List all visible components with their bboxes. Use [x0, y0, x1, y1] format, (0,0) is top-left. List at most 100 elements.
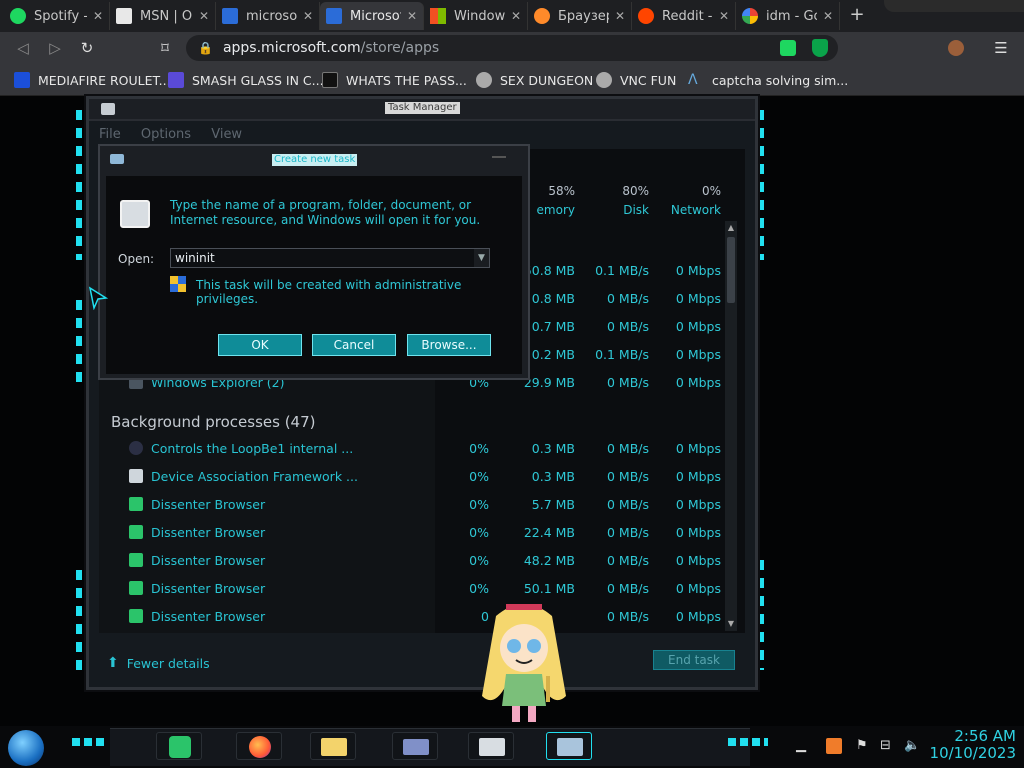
new-tab-button[interactable]: + — [846, 4, 868, 26]
disk-cell: 0.1 MB/s — [595, 263, 649, 278]
browser-tab[interactable]: Reddit - ✕ — [632, 2, 736, 30]
process-name: Dissenter Browser — [151, 525, 266, 540]
minimize-icon[interactable] — [492, 150, 506, 158]
bookmark-item[interactable]: Λcaptcha solving sim... — [688, 70, 848, 90]
scroll-up-icon[interactable]: ▲ — [727, 223, 735, 233]
decor-lights — [758, 110, 764, 260]
table-row[interactable]: Device Association Framework ... 0% 0.3 … — [99, 463, 735, 491]
dissenter-icon — [129, 553, 143, 567]
menu-view[interactable]: View — [211, 127, 242, 142]
browser-tab[interactable]: MSN | O ✕ — [110, 2, 216, 30]
menu-file[interactable]: File — [99, 127, 121, 142]
scroll-thumb[interactable] — [727, 237, 735, 303]
close-icon[interactable]: ✕ — [407, 9, 417, 23]
disk-cell: 0 MB/s — [606, 525, 649, 540]
table-row[interactable]: Dissenter Browser 0% 5.7 MB 0 MB/s 0 Mbp… — [99, 491, 735, 519]
close-icon[interactable]: ✕ — [93, 9, 103, 23]
menu-bar: File Options View — [99, 127, 258, 142]
forward-icon[interactable]: ▷ — [44, 38, 66, 58]
decor-lights — [76, 570, 82, 670]
network-icon[interactable]: ⊟ — [880, 738, 891, 753]
close-icon[interactable]: ✕ — [303, 9, 313, 23]
taskbar-app-explorer[interactable] — [310, 732, 356, 760]
bookmark-icon — [596, 72, 612, 88]
volume-icon[interactable]: 🔈 — [904, 738, 920, 753]
browser-tab[interactable]: Spotify - ✕ — [4, 2, 110, 30]
network-header[interactable]: Network — [655, 203, 721, 217]
flag-icon[interactable]: ⚑ — [856, 738, 868, 753]
menu-options[interactable]: Options — [141, 127, 191, 142]
close-icon[interactable]: ✕ — [615, 9, 625, 23]
browse-button[interactable]: Browse... — [407, 334, 491, 356]
table-row[interactable]: Controls the LoopBe1 internal ... 0% 0.3… — [99, 435, 735, 463]
scrollbar[interactable]: ▲ ▼ — [725, 221, 737, 631]
taskbar-app[interactable] — [392, 732, 438, 760]
shield-icon[interactable] — [812, 39, 828, 57]
taskbar-app-task-manager[interactable] — [468, 732, 514, 760]
cpu-cell: 0% — [469, 469, 489, 484]
start-button[interactable] — [8, 730, 44, 766]
show-desktop-icon[interactable]: ▁ — [796, 738, 806, 753]
clock[interactable]: 2:56 AM 10/10/2023 — [930, 728, 1016, 762]
service-icon — [129, 469, 143, 483]
taskbar-app-run[interactable] — [546, 732, 592, 760]
browser-tab-active[interactable]: Microsof ✕ — [320, 2, 424, 30]
bookmark-item[interactable]: VNC FUN — [596, 70, 676, 90]
cpu-cell: 0% — [469, 525, 489, 540]
close-icon[interactable]: ✕ — [511, 9, 521, 23]
browser-tab[interactable]: microsof ✕ — [216, 2, 320, 30]
ok-button[interactable]: OK — [218, 334, 302, 356]
process-name: Controls the LoopBe1 internal ... — [151, 441, 354, 456]
extension-icon[interactable] — [780, 40, 796, 56]
run-icon — [557, 738, 583, 756]
close-icon[interactable]: ✕ — [719, 9, 729, 23]
browser-tab[interactable]: Window ✕ — [424, 2, 528, 30]
network-cell: 0 Mbps — [675, 581, 721, 596]
bookmark-star-icon[interactable]: ⌑ — [154, 38, 176, 58]
bookmark-item[interactable]: SEX DUNGEON — [476, 70, 593, 90]
browser-tab[interactable]: idm - Go ✕ — [736, 2, 840, 30]
end-task-button[interactable]: End task — [653, 650, 735, 670]
dissenter-icon — [129, 581, 143, 595]
back-icon[interactable]: ◁ — [12, 38, 34, 58]
close-icon[interactable]: ✕ — [823, 9, 833, 23]
disk-cell: 0 MB/s — [606, 469, 649, 484]
memory-cell: 48.2 MB — [523, 553, 575, 568]
browser-tab[interactable]: Браузер ✕ — [528, 2, 632, 30]
decor-lights — [76, 300, 82, 390]
table-row[interactable]: Dissenter Browser 0% 48.2 MB 0 MB/s 0 Mb… — [99, 547, 735, 575]
tab-label: Window — [454, 8, 505, 24]
close-icon[interactable]: ✕ — [199, 9, 209, 23]
menu-icon[interactable]: ☰ — [990, 38, 1012, 58]
network-cell: 0 Mbps — [675, 469, 721, 484]
table-row[interactable]: Dissenter Browser 0% 22.4 MB 0 MB/s 0 Mb… — [99, 519, 735, 547]
taskbar-app-firefox[interactable] — [236, 732, 282, 760]
cancel-button[interactable]: Cancel — [312, 334, 396, 356]
window-controls[interactable] — [884, 0, 1024, 12]
network-cell: 0 Mbps — [675, 441, 721, 456]
open-input[interactable] — [170, 248, 490, 268]
bookmark-item[interactable]: MEDIAFIRE ROULET... — [14, 70, 171, 90]
reload-icon[interactable]: ↻ — [76, 38, 98, 58]
network-percent: 0% — [701, 184, 721, 198]
address-bar[interactable]: 🔒 apps.microsoft.com/store/apps — [186, 35, 838, 61]
tab-label: Браузер — [558, 8, 609, 24]
app-tray-icon[interactable] — [826, 738, 842, 754]
network-cell: 0 Mbps — [675, 347, 721, 362]
network-cell: 0 Mbps — [675, 291, 721, 306]
disk-header[interactable]: Disk — [593, 203, 649, 217]
section-header: Background processes (47) — [111, 413, 316, 431]
disk-cell: 0 MB/s — [606, 553, 649, 568]
fewer-details-link[interactable]: ⬆ Fewer details — [107, 655, 210, 671]
avatar[interactable] — [948, 40, 964, 56]
bookmark-item[interactable]: WHATS THE PASS... — [322, 70, 467, 90]
table-row[interactable]: Dissenter Browser 0% 50.1 MB 0 MB/s 0 Mb… — [99, 575, 735, 603]
process-name: Dissenter Browser — [151, 609, 266, 624]
dialog-title: Create new task — [272, 154, 358, 166]
scroll-down-icon[interactable]: ▼ — [727, 619, 735, 629]
table-row[interactable]: Dissenter Browser 0 0 MB/s 0 Mbps — [99, 603, 735, 631]
chevron-down-icon[interactable]: ▼ — [474, 249, 489, 267]
task-manager-titlebar[interactable]: Task Manager — [89, 99, 755, 121]
taskbar-app-dissenter[interactable] — [156, 732, 202, 760]
bookmark-item[interactable]: SMASH GLASS IN C... — [168, 70, 324, 90]
